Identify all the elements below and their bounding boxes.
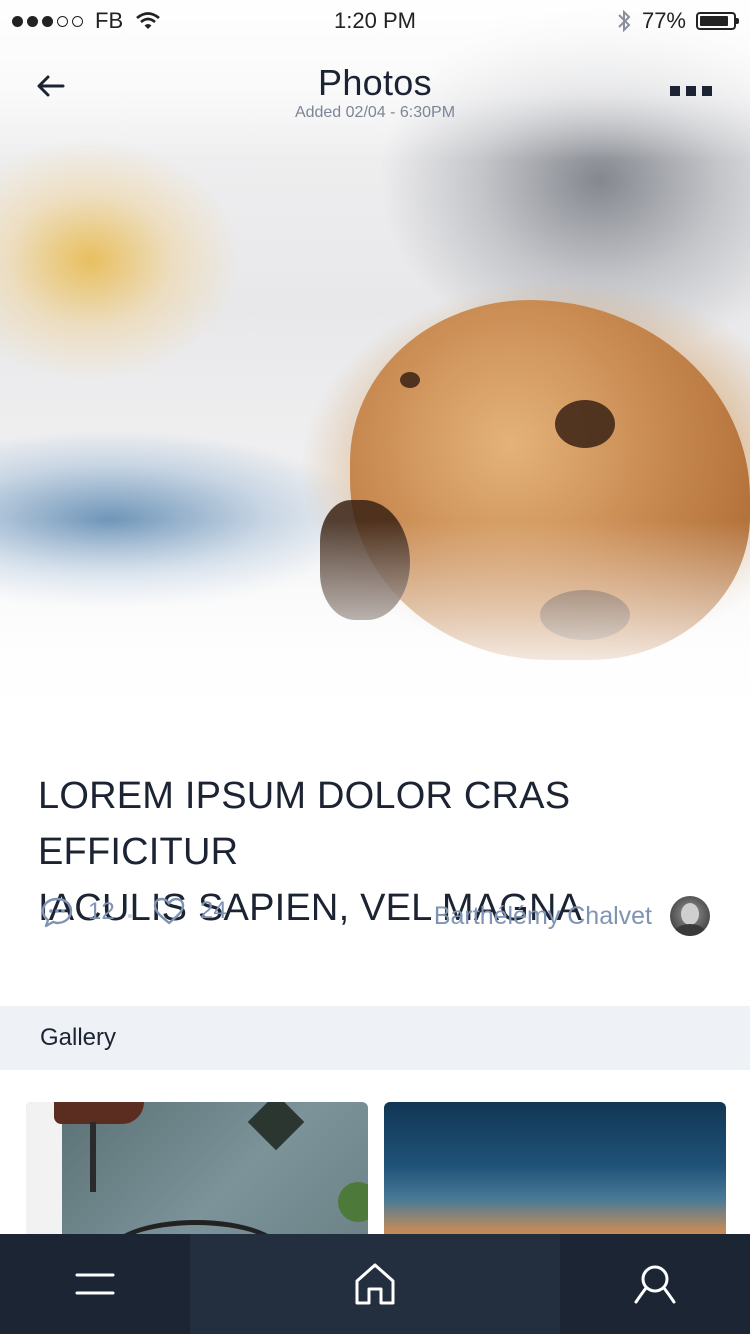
- headline-line: LOREM IPSUM DOLOR CRAS EFFICITUR: [38, 775, 571, 873]
- comments-count: 12: [88, 898, 115, 925]
- more-dots-icon: [702, 86, 712, 96]
- meta-separator: [128, 914, 132, 918]
- nav-bar: Photos Added 02/04 - 6:30PM: [0, 50, 750, 130]
- author-link[interactable]: Barthélémy Chalvet: [434, 896, 710, 936]
- avatar: [670, 896, 710, 936]
- tab-home[interactable]: [190, 1234, 560, 1334]
- more-button[interactable]: [670, 86, 714, 98]
- article-meta: 12 24 Barthélémy Chalvet: [40, 896, 710, 940]
- hamburger-icon: [75, 1273, 115, 1295]
- page-subtitle: Added 02/04 - 6:30PM: [294, 104, 456, 121]
- battery-icon: [696, 12, 739, 30]
- author-name: Barthélémy Chalvet: [433, 901, 652, 930]
- hero-bottom-fade: [0, 520, 750, 760]
- page-title: Photos: [318, 62, 432, 103]
- likes-count: 24: [200, 897, 227, 924]
- chat-bubble-icon: [41, 897, 73, 928]
- tab-menu[interactable]: [0, 1234, 190, 1334]
- status-bar: FB 1:20 PM 77%: [0, 0, 750, 40]
- hero-detail: [555, 400, 615, 448]
- tab-bar: [0, 1234, 750, 1334]
- battery-percent: 77%: [641, 8, 686, 33]
- search-icon: [634, 1265, 676, 1304]
- more-dots-icon: [670, 86, 680, 96]
- bluetooth-icon: [618, 9, 631, 33]
- gallery-section-header: Gallery: [0, 1006, 750, 1070]
- home-icon: [355, 1263, 395, 1305]
- hero-detail: [400, 372, 420, 388]
- gallery-thumbnail[interactable]: [26, 1102, 368, 1242]
- comments-button[interactable]: 12: [40, 896, 115, 928]
- heart-icon: [153, 897, 185, 925]
- gallery-thumbnail[interactable]: [384, 1102, 726, 1242]
- more-dots-icon: [686, 86, 696, 96]
- tab-search[interactable]: [560, 1234, 750, 1334]
- status-right: 77%: [616, 8, 739, 34]
- gallery-title: Gallery: [40, 1024, 117, 1051]
- like-button[interactable]: 24: [152, 896, 227, 926]
